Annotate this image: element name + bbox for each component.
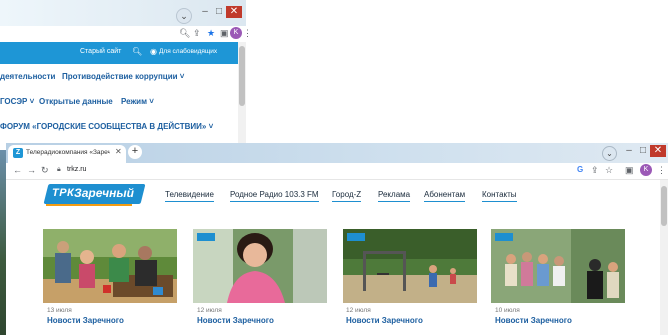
profile-avatar[interactable]: K <box>230 27 242 39</box>
scrollbar-thumb[interactable] <box>239 46 245 106</box>
news-date: 12 июля <box>197 307 222 314</box>
forward-icon[interactable]: → <box>27 165 36 175</box>
share-icon[interactable]: ⇪ <box>193 28 201 39</box>
news-title-link[interactable]: Новости Заречного <box>346 316 423 325</box>
menu-icon[interactable]: ⋮ <box>657 165 666 176</box>
accessible-version-link[interactable]: Для слабовидящих <box>159 48 217 55</box>
news-title-link[interactable]: Новости Заречного <box>495 316 572 325</box>
search-icon[interactable]: 🔍︎ <box>132 47 142 56</box>
news-thumbnail[interactable] <box>491 229 625 303</box>
nav-item-gosser[interactable]: ГОСЭР ˅ <box>0 97 34 106</box>
tab-close-icon[interactable]: ✕ <box>115 147 122 156</box>
close-button[interactable]: ✕ <box>650 145 666 157</box>
eye-icon: ◉ <box>150 47 157 56</box>
nav-item-anticorruption[interactable]: Противодействие коррупции ˅ <box>62 72 184 81</box>
new-tab-button[interactable]: + <box>128 145 142 159</box>
maximize-button[interactable]: □ <box>636 145 650 157</box>
menu-item-contacts[interactable]: Контакты <box>482 190 517 202</box>
side-panel-icon[interactable]: ▣ <box>220 28 229 39</box>
news-date: 10 июля <box>495 307 520 314</box>
star-icon[interactable]: ☆ <box>605 165 613 176</box>
nav-item-schedule[interactable]: Режим ˅ <box>121 97 154 106</box>
logo-prefix: ТРК <box>52 187 75 199</box>
profile-avatar[interactable]: K <box>640 164 652 176</box>
news-title-link[interactable]: Новости Заречного <box>47 316 124 325</box>
news-title-link[interactable]: Новости Заречного <box>197 316 274 325</box>
address-bar[interactable]: trkz.ru <box>67 166 86 173</box>
menu-item-ads[interactable]: Реклама <box>378 190 411 202</box>
lock-icon[interactable]: 🔒︎ <box>57 166 61 174</box>
tab-search-button[interactable]: ⌄ <box>176 8 192 24</box>
back-icon[interactable]: ← <box>13 165 22 175</box>
menu-item-city-z[interactable]: Город-Z <box>332 190 362 202</box>
zoom-icon[interactable]: 🔍︎ <box>179 28 190 39</box>
nav-item-activity[interactable]: деятельности <box>0 72 55 81</box>
news-date: 12 июля <box>346 307 371 314</box>
browser-toolbar <box>6 163 668 180</box>
side-panel-icon[interactable]: ▣ <box>625 165 634 176</box>
menu-item-radio[interactable]: Родное Радио 103.3 FM <box>230 190 319 202</box>
close-button[interactable]: ✕ <box>226 6 242 18</box>
old-site-link[interactable]: Старый сайт <box>80 48 121 55</box>
tab-title[interactable]: Телерадиокомпания «Заречный» <box>26 149 110 156</box>
logo-name: Заречный <box>74 186 134 200</box>
news-thumbnail[interactable] <box>343 229 477 303</box>
tab-search-button[interactable]: ⌄ <box>602 146 617 161</box>
menu-icon[interactable]: ⋮ <box>243 28 252 39</box>
logo-underline <box>46 204 132 206</box>
share-icon[interactable]: ⇪ <box>591 165 599 176</box>
news-date: 13 июля <box>47 307 72 314</box>
star-icon[interactable]: ★ <box>207 28 215 39</box>
reload-icon[interactable]: ↻ <box>41 165 49 176</box>
scrollbar-thumb[interactable] <box>661 186 667 226</box>
site-favicon-icon: Z <box>13 148 23 158</box>
nav-item-forum[interactable]: ФОРУМ «ГОРОДСКИЕ СООБЩЕСТВА В ДЕЙСТВИИ» … <box>0 122 213 131</box>
menu-item-subscribers[interactable]: Абонентам <box>424 190 466 202</box>
minimize-button[interactable]: – <box>622 145 636 157</box>
google-translate-icon[interactable]: G <box>577 165 583 174</box>
minimize-button[interactable]: – <box>198 6 212 18</box>
news-thumbnail[interactable] <box>43 229 177 303</box>
news-thumbnail[interactable] <box>193 229 327 303</box>
menu-item-tv[interactable]: Телевидение <box>165 190 214 202</box>
nav-item-open-data[interactable]: Открытые данные <box>39 97 113 106</box>
maximize-button[interactable]: □ <box>212 6 226 18</box>
